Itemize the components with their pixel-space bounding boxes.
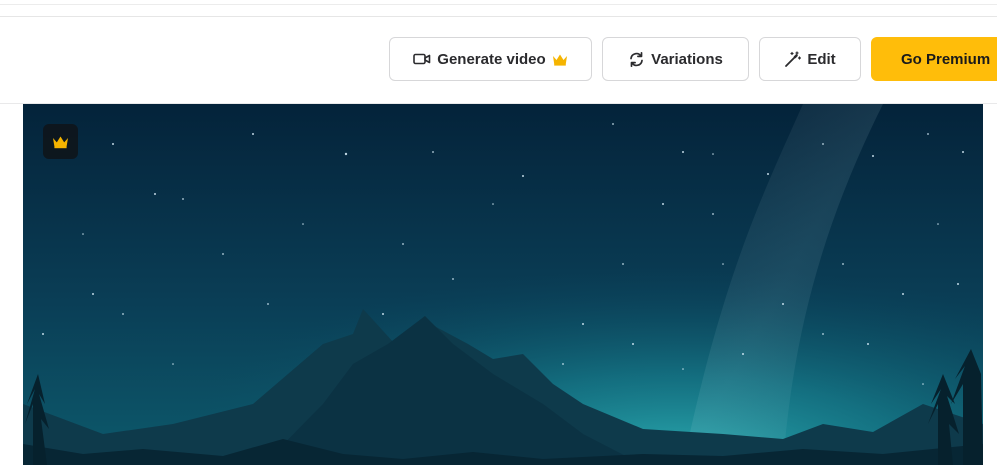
go-premium-button[interactable]: Go Premium xyxy=(871,37,997,81)
generate-video-button[interactable]: Generate video xyxy=(389,37,592,81)
magic-wand-icon xyxy=(784,50,802,68)
video-camera-icon xyxy=(413,52,431,66)
generated-image[interactable] xyxy=(23,104,983,465)
edit-button[interactable]: Edit xyxy=(759,37,861,81)
variations-button[interactable]: Variations xyxy=(602,37,749,81)
edit-label: Edit xyxy=(807,50,836,68)
crown-icon xyxy=(52,135,69,149)
generate-video-label: Generate video xyxy=(437,50,546,68)
variations-label: Variations xyxy=(651,50,723,68)
refresh-icon xyxy=(628,51,645,68)
top-strip xyxy=(0,0,997,17)
premium-badge xyxy=(43,124,78,159)
go-premium-label: Go Premium xyxy=(901,50,991,68)
crown-icon xyxy=(552,53,568,66)
top-divider xyxy=(0,4,997,5)
action-bar: Generate video Variations Edit Go Premiu… xyxy=(0,17,997,104)
night-mountain-illustration xyxy=(23,104,983,465)
